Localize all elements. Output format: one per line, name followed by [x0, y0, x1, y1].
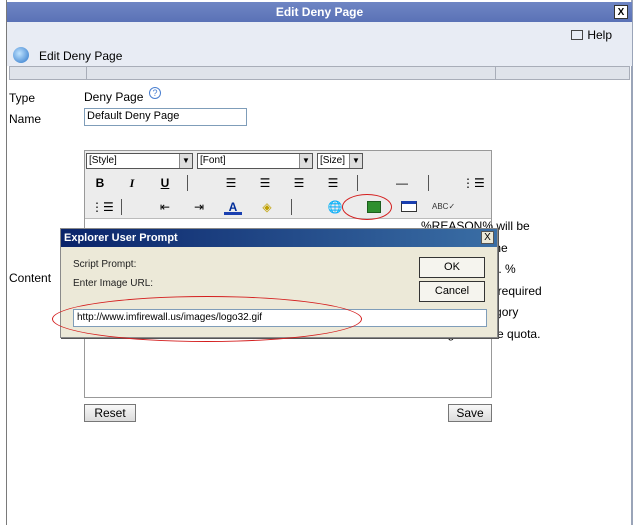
chevron-down-icon: ▼ [349, 154, 362, 168]
help-icon [571, 30, 584, 40]
bulleted-list-icon[interactable]: ⋮☰ [91, 199, 114, 215]
image-url-input[interactable]: http://www.imfirewall.us/images/logo32.g… [73, 309, 487, 327]
font-select-value: [Font] [200, 155, 226, 166]
editor-toolbar: [Style] ▼ [Font] ▼ [Size] ▼ B I U ☰ ☰ ☰ ☰ —… [85, 151, 491, 219]
cancel-button[interactable]: Cancel [419, 281, 485, 302]
reset-button[interactable]: Reset [84, 404, 136, 422]
deny-page-icon [13, 47, 29, 63]
help-label: Help [587, 28, 612, 42]
highlight-color-icon[interactable]: ◈ [258, 199, 276, 215]
dialog-title: Explorer User Prompt [64, 232, 178, 244]
indent-icon[interactable]: ⇥ [190, 199, 208, 215]
text-color-icon[interactable]: A [224, 199, 242, 215]
align-left-icon[interactable]: ☰ [222, 175, 240, 191]
chevron-down-icon: ▼ [179, 154, 192, 168]
chevron-down-icon: ▼ [299, 154, 312, 168]
align-right-icon[interactable]: ☰ [290, 175, 308, 191]
window-title: Edit Deny Page [275, 5, 364, 19]
italic-button[interactable]: I [123, 175, 141, 191]
style-select[interactable]: [Style] ▼ [86, 153, 193, 169]
name-label: Name [9, 112, 42, 126]
insert-image-icon[interactable] [367, 201, 381, 213]
size-select-value: [Size] [320, 155, 346, 166]
justify-icon[interactable]: ☰ [324, 175, 342, 191]
font-select[interactable]: [Font] ▼ [197, 153, 313, 169]
help-link[interactable]: Help [571, 28, 612, 42]
save-button[interactable]: Save [448, 404, 492, 422]
bold-button[interactable]: B [91, 175, 109, 191]
page-heading: Edit Deny Page [13, 47, 122, 63]
underline-button[interactable]: U [156, 175, 174, 191]
window-close-button[interactable]: X [614, 5, 628, 19]
numbered-list-icon[interactable]: ⋮☰ [462, 175, 485, 191]
script-prompt-label: Script Prompt: [73, 259, 137, 270]
spellcheck-icon[interactable]: ABC✓ [432, 199, 455, 215]
column-header-bar [9, 66, 630, 80]
outdent-icon[interactable]: ⇤ [156, 199, 174, 215]
size-select[interactable]: [Size] ▼ [317, 153, 363, 169]
window-titlebar: Edit Deny Page X [7, 2, 632, 22]
type-help-icon[interactable]: ? [149, 87, 161, 99]
dialog-close-button[interactable]: X [481, 231, 494, 244]
name-input[interactable]: Default Deny Page [84, 108, 247, 126]
type-label: Type [9, 91, 36, 105]
page-toolbar: Help Edit Deny Page [7, 22, 632, 66]
dialog-titlebar: Explorer User Prompt X [61, 229, 497, 247]
content-label: Content [9, 271, 52, 285]
type-value: Deny Page [84, 90, 144, 104]
ok-button[interactable]: OK [419, 257, 485, 278]
align-center-icon[interactable]: ☰ [256, 175, 274, 191]
style-select-value: [Style] [89, 155, 117, 166]
horizontal-rule-icon[interactable]: — [393, 175, 411, 191]
insert-table-icon[interactable] [401, 201, 417, 212]
enter-image-url-label: Enter Image URL: [73, 278, 154, 289]
page-heading-text: Edit Deny Page [39, 49, 123, 63]
explorer-user-prompt-dialog: Explorer User Prompt X Script Prompt: En… [60, 228, 498, 338]
insert-link-icon[interactable]: 🌐 [326, 199, 344, 215]
